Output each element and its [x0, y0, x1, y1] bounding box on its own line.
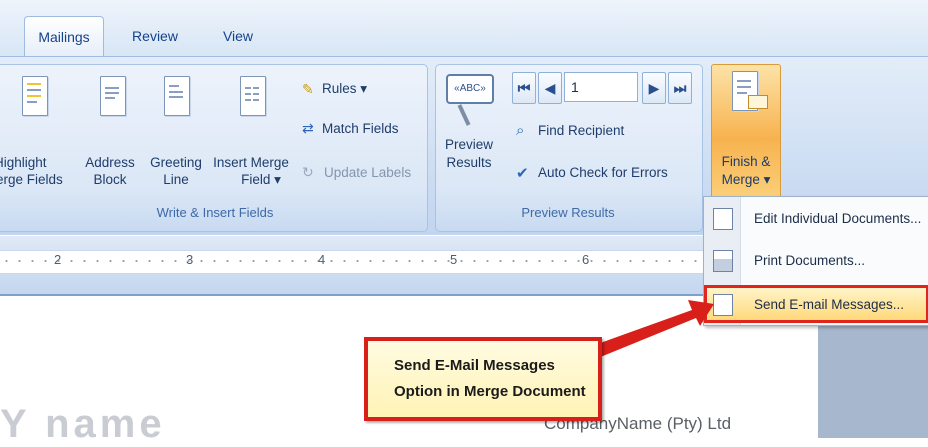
- find-recipient-label: Find Recipient: [538, 123, 625, 138]
- insert-merge-field-button[interactable]: Insert Merge Field ▾: [208, 72, 292, 212]
- finish-label-1: Finish &: [721, 154, 771, 169]
- greeting-line-button[interactable]: Greeting Line: [146, 72, 206, 212]
- auto-check-label: Auto Check for Errors: [538, 165, 668, 180]
- greeting-label-2: Line: [163, 172, 189, 187]
- highlight-merge-fields-button[interactable]: Highlight erge Fields: [0, 72, 72, 212]
- ruler-ticks: [0, 258, 700, 264]
- menu-item-edit-individual-documents[interactable]: Edit Individual Documents...: [704, 199, 928, 237]
- insert-merge-label-1: Insert Merge: [213, 155, 289, 170]
- last-record-button[interactable]: ⏭: [668, 72, 692, 104]
- address-label-1: Address: [85, 155, 135, 170]
- next-record-button[interactable]: ▶: [642, 72, 666, 104]
- callout-box: Send E-Mail Messages Option in Merge Doc…: [364, 337, 602, 421]
- auto-check-icon: ✔: [516, 165, 529, 182]
- tab-review[interactable]: Review: [118, 16, 192, 56]
- menu-item-edit-label: Edit Individual Documents...: [754, 210, 922, 226]
- preview-results-button[interactable]: «ABC» Preview Results: [440, 72, 498, 202]
- match-fields-button[interactable]: ⇄ Match Fields: [302, 120, 422, 142]
- edit-documents-icon: [713, 208, 733, 230]
- last-record-icon: ⏭: [673, 79, 687, 96]
- tab-view[interactable]: View: [206, 16, 270, 56]
- printer-icon: [713, 250, 733, 272]
- document-watermark: Y name: [0, 402, 166, 446]
- auto-check-errors-button[interactable]: ✔ Auto Check for Errors: [516, 164, 700, 186]
- group-label-write-insert: Write & Insert Fields: [156, 205, 274, 220]
- highlight-label-1: Highlight: [0, 155, 47, 170]
- first-record-icon: ⏮: [517, 79, 531, 96]
- tab-mailings-label: Mailings: [38, 29, 90, 45]
- group-label-preview-results: Preview Results: [521, 205, 615, 220]
- greeting-line-icon: [164, 76, 190, 116]
- tab-view-label: View: [222, 28, 254, 44]
- first-record-button[interactable]: ⏮: [512, 72, 536, 104]
- match-fields-label: Match Fields: [322, 121, 399, 136]
- preview-label-1: Preview: [444, 137, 493, 152]
- rules-icon: ✎: [302, 81, 314, 97]
- menu-item-send-email-messages[interactable]: Send E-mail Messages...: [704, 285, 928, 323]
- record-number-value: 1: [571, 79, 579, 95]
- address-label-2: Block: [93, 172, 127, 187]
- insert-merge-label-2: Field ▾: [241, 172, 281, 187]
- previous-record-button[interactable]: ◀: [538, 72, 562, 104]
- find-recipient-button[interactable]: ⌕ Find Recipient: [516, 122, 686, 144]
- address-block-button[interactable]: Address Block: [78, 72, 138, 212]
- callout-arrow-shape: [592, 300, 714, 358]
- callout-line-2: Option in Merge Document: [394, 383, 586, 400]
- preview-label-2: Results: [446, 155, 492, 170]
- callout-arrow: [592, 300, 714, 358]
- update-labels-icon: ↻: [302, 164, 314, 180]
- menu-item-send-email-label: Send E-mail Messages...: [754, 296, 905, 312]
- update-labels-label: Update Labels: [324, 165, 412, 180]
- record-number-input[interactable]: 1: [564, 72, 638, 102]
- highlight-label-2: erge Fields: [0, 172, 63, 187]
- finish-label-2: Merge ▾: [721, 172, 771, 187]
- find-recipient-icon: ⌕: [516, 122, 525, 139]
- greeting-label-1: Greeting: [150, 155, 202, 170]
- finish-merge-dropdown-menu: Edit Individual Documents... Print Docum…: [703, 196, 928, 326]
- previous-record-icon: ◀: [544, 79, 556, 96]
- insert-merge-field-icon: [240, 76, 266, 116]
- address-block-icon: [100, 76, 126, 116]
- callout-line-1: Send E-Mail Messages: [394, 357, 555, 374]
- magnifier-handle-icon: [457, 104, 471, 126]
- tab-mailings[interactable]: Mailings: [24, 16, 104, 57]
- finish-merge-button[interactable]: Finish & Merge ▾: [711, 64, 781, 200]
- menu-item-print-documents[interactable]: Print Documents...: [704, 241, 928, 279]
- menu-item-print-label: Print Documents...: [754, 252, 866, 268]
- highlight-fields-icon: [22, 76, 48, 116]
- preview-abc-icon: «ABC»: [446, 74, 494, 104]
- tab-review-label: Review: [132, 28, 178, 44]
- rules-button[interactable]: ✎ Rules ▾: [302, 80, 422, 102]
- update-labels-button: ↻ Update Labels: [302, 164, 426, 186]
- rules-label: Rules ▾: [322, 81, 368, 96]
- envelope-icon: [748, 95, 768, 109]
- match-fields-icon: ⇄: [302, 120, 314, 136]
- next-record-icon: ▶: [648, 79, 660, 96]
